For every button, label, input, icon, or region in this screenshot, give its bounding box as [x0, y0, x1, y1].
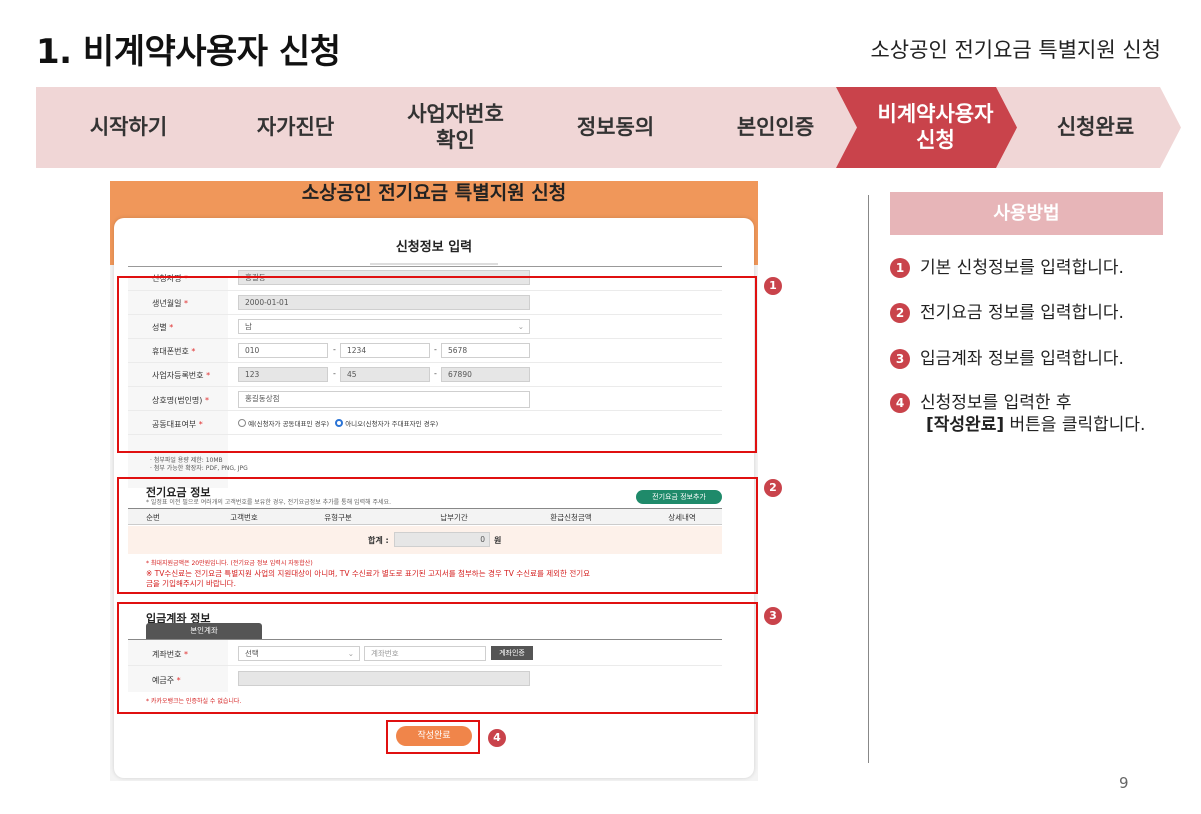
page-number: 9 — [1119, 774, 1129, 792]
annotation-badge-2: 2 — [764, 479, 782, 497]
attachment-size-note: · 첨부파일 용량 제한: 10MB — [150, 457, 223, 464]
annotation-badge-1: 1 — [764, 277, 782, 295]
page-subtitle: 소상공인 전기요금 특별지원 신청 — [870, 38, 1161, 62]
usage-step-text: 신청정보를 입력한 후 — [920, 393, 1072, 413]
step-label: 자가진단 — [256, 114, 335, 139]
step-number-badge: 4 — [890, 393, 910, 413]
annotation-box-4 — [386, 720, 480, 754]
usage-step-bold-text: [작성완료] — [926, 415, 1005, 435]
step-complete: 신청완료 — [996, 87, 1181, 168]
annotation-badge-3: 3 — [764, 607, 782, 625]
step-number-badge: 3 — [890, 349, 910, 369]
step-label: 비계약사용자 신청 — [878, 102, 994, 152]
annotation-box-2 — [117, 477, 758, 594]
step-label: 사업자번호 확인 — [407, 102, 504, 152]
step-label: 시작하기 — [89, 114, 168, 139]
step-label-line1: 사업자번호 — [407, 102, 504, 127]
step-self-diagnosis: 자가진단 — [196, 87, 381, 168]
usage-step-4: 4 신청정보를 입력한 후 — [890, 391, 1072, 415]
usage-step-text: 입금계좌 정보를 입력합니다. — [920, 349, 1124, 369]
attachment-ext-note: · 첨부 가능한 확장자: PDF, PNG, JPG — [150, 465, 248, 472]
step-label-line2: 신청 — [916, 127, 955, 152]
step-noncontract-application: 비계약사용자 신청 — [836, 87, 1021, 168]
step-identity-verification: 본인인증 — [676, 87, 861, 168]
page-title: 1. 비계약사용자 신청 — [36, 32, 341, 72]
usage-step-1: 1 기본 신청정보를 입력합니다. — [890, 256, 1124, 280]
step-number-badge: 1 — [890, 258, 910, 278]
annotation-badge-4: 4 — [488, 729, 506, 747]
usage-step-3: 3 입금계좌 정보를 입력합니다. — [890, 347, 1124, 371]
step-consent: 정보동의 — [516, 87, 701, 168]
usage-step-4-cont: [작성완료] 버튼을 클릭합니다. — [926, 413, 1145, 437]
usage-step-text: 버튼을 클릭합니다. — [1004, 415, 1146, 435]
step-number-badge: 2 — [890, 303, 910, 323]
step-progress-bar: 시작하기 자가진단 사업자번호 확인 정보동의 본인인증 비계약사용자 신청 신청완… — [36, 87, 1181, 168]
step-business-number: 사업자번호 확인 — [356, 87, 541, 168]
form-card-title: 신청정보 입력 — [370, 236, 498, 265]
step-start: 시작하기 — [36, 87, 221, 168]
section-top-border — [128, 266, 722, 267]
step-label-line2: 확인 — [436, 127, 475, 152]
usage-guide-header: 사용방법 — [890, 192, 1163, 235]
step-label-line1: 비계약사용자 — [877, 102, 994, 127]
annotation-box-1 — [117, 276, 757, 453]
annotation-box-3 — [117, 602, 758, 714]
vertical-divider — [868, 195, 869, 763]
form-header-title: 소상공인 전기요금 특별지원 신청 — [301, 182, 567, 204]
usage-step-text: 전기요금 정보를 입력합니다. — [920, 303, 1124, 323]
step-label: 본인인증 — [736, 114, 815, 139]
step-label: 정보동의 — [576, 114, 655, 139]
usage-step-text: 기본 신청정보를 입력합니다. — [920, 258, 1124, 278]
usage-step-2: 2 전기요금 정보를 입력합니다. — [890, 301, 1124, 325]
step-label: 신청완료 — [1056, 114, 1135, 139]
